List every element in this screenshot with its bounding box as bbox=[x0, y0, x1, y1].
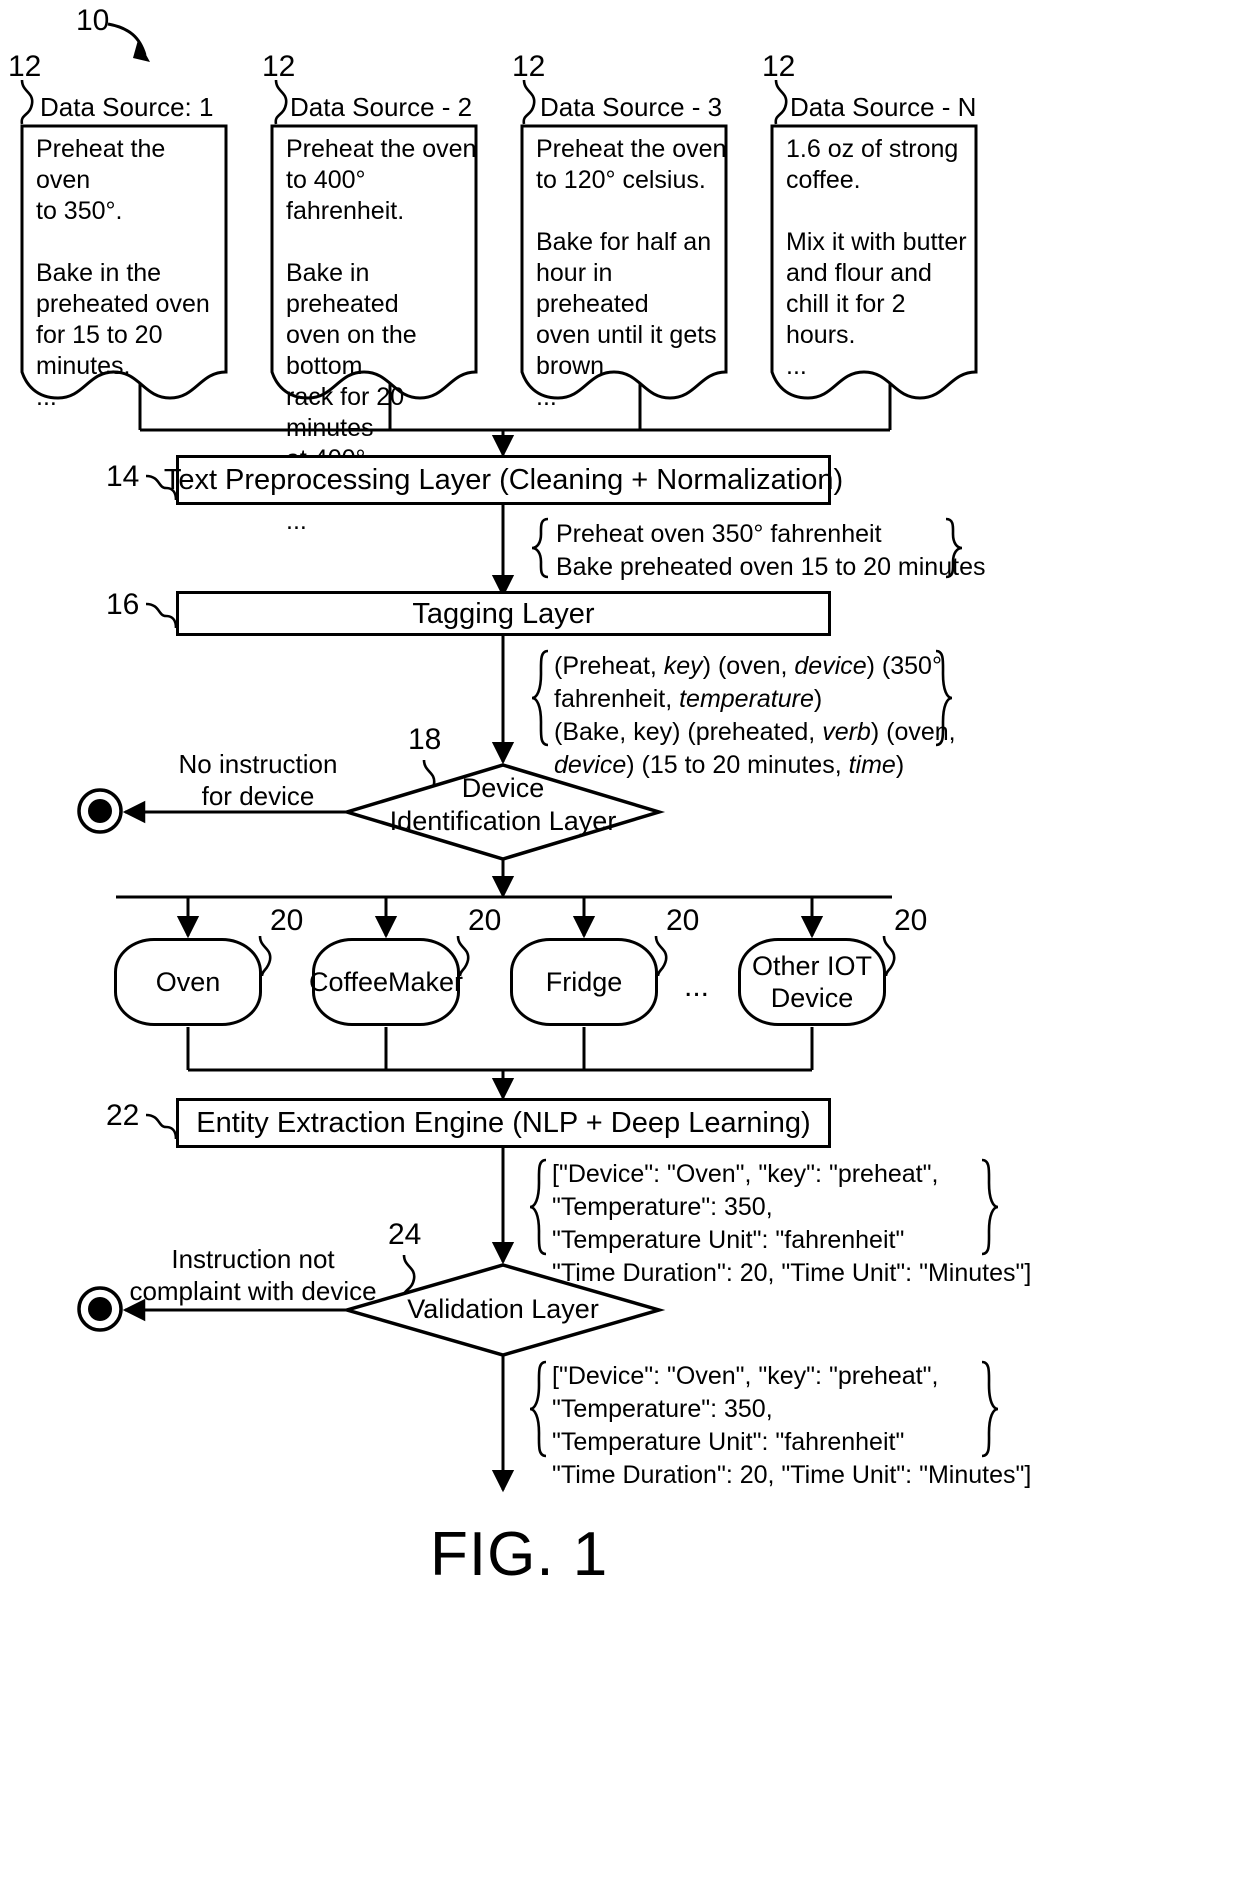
device-box-coffeemaker[interactable]: CoffeeMaker bbox=[308, 938, 464, 1026]
device-box-fridge[interactable]: Fridge bbox=[510, 938, 658, 1026]
preprocessing-output-annotation: Preheat oven 350° fahrenheit Bake prehea… bbox=[556, 520, 986, 581]
entity-extraction-engine-label: Entity Extraction Engine (NLP + Deep Lea… bbox=[196, 1107, 811, 1139]
device-identification-label-line1: Device bbox=[461, 773, 545, 803]
extraction-output-annotation: ["Device": "Oven", "key": "preheat", "Te… bbox=[552, 1160, 1032, 1287]
tagging-output-line-3: (Bake, key) (preheated, verb) (oven, bbox=[554, 718, 956, 746]
data-source-text-1: Preheat the oven to 350°. Bake in the pr… bbox=[36, 135, 210, 411]
device-box-other-iot[interactable]: Other IOT Device bbox=[738, 938, 886, 1026]
validation-output-annotation: ["Device": "Oven", "key": "preheat", "Te… bbox=[552, 1362, 1032, 1489]
device-ref-numeral-n: 20 bbox=[894, 904, 928, 937]
data-source-ref-1: 12 bbox=[8, 50, 42, 83]
data-source-text-n: 1.6 oz of strong coffee. Mix it with but… bbox=[786, 135, 967, 380]
device-ref-numeral-3: 20 bbox=[666, 904, 700, 937]
device-box-oven-label: Oven bbox=[155, 967, 221, 997]
data-source-text-3: Preheat the oven to 120° celsius. Bake f… bbox=[536, 135, 727, 411]
validation-layer-label: Validation Layer bbox=[407, 1294, 599, 1324]
tagging-output-line-2: fahrenheit, temperature) bbox=[554, 685, 823, 713]
data-source-title-3: Data Source - 3 bbox=[540, 92, 723, 122]
instruction-not-compliant-exit-label: Instruction not complaint with device bbox=[129, 1244, 377, 1306]
entity-extraction-engine[interactable]: Entity Extraction Engine (NLP + Deep Lea… bbox=[176, 1098, 831, 1148]
text-preprocessing-layer-label: Text Preprocessing Layer (Cleaning + Nor… bbox=[163, 464, 844, 496]
preprocessing-ref-numeral: 14 bbox=[106, 460, 140, 493]
tagging-ref-numeral: 16 bbox=[106, 588, 140, 621]
data-source-title-n: Data Source - N bbox=[790, 92, 977, 122]
device-ref-numeral-1: 20 bbox=[270, 904, 304, 937]
validation-ref-numeral: 24 bbox=[388, 1218, 422, 1251]
data-source-ref-2: 12 bbox=[262, 50, 296, 83]
data-source-title-1: Data Source: 1 bbox=[40, 92, 214, 122]
no-instruction-exit-label: No instruction for device bbox=[178, 749, 338, 811]
device-ref-numeral-2: 20 bbox=[468, 904, 502, 937]
device-identification-layer[interactable]: Device Identification Layer bbox=[353, 772, 653, 838]
data-source-ref-3: 12 bbox=[512, 50, 546, 83]
entity-extraction-ref-numeral: 22 bbox=[106, 1099, 140, 1132]
tagging-layer[interactable]: Tagging Layer bbox=[176, 591, 831, 636]
device-identification-label-line2: Identification Layer bbox=[389, 806, 617, 836]
data-source-title-2: Data Source - 2 bbox=[290, 92, 473, 122]
devices-ellipsis: ... bbox=[684, 970, 710, 1003]
device-box-fridge-label: Fridge bbox=[545, 967, 623, 997]
patent-figure-1: 10 12 Data Source: 1 Preheat the oven to… bbox=[0, 0, 1240, 1900]
data-source-ref-n: 12 bbox=[762, 50, 796, 83]
validation-layer[interactable]: Validation Layer bbox=[353, 1293, 653, 1326]
device-box-other-iot-label: Other IOT Device bbox=[751, 951, 873, 1013]
system-ref-numeral: 10 bbox=[76, 4, 110, 37]
text-preprocessing-layer[interactable]: Text Preprocessing Layer (Cleaning + Nor… bbox=[164, 455, 843, 505]
tagging-output-annotation: (Preheat, key) (oven, device) (350° fahr… bbox=[554, 650, 956, 782]
figure-caption: FIG. 1 bbox=[430, 1520, 609, 1589]
device-identification-ref-numeral: 18 bbox=[408, 723, 442, 756]
device-box-oven[interactable]: Oven bbox=[114, 938, 262, 1026]
tagging-layer-label: Tagging Layer bbox=[412, 597, 595, 630]
tagging-output-line-1: (Preheat, key) (oven, device) (350° bbox=[554, 652, 942, 680]
device-box-coffeemaker-label: CoffeeMaker bbox=[308, 967, 464, 997]
